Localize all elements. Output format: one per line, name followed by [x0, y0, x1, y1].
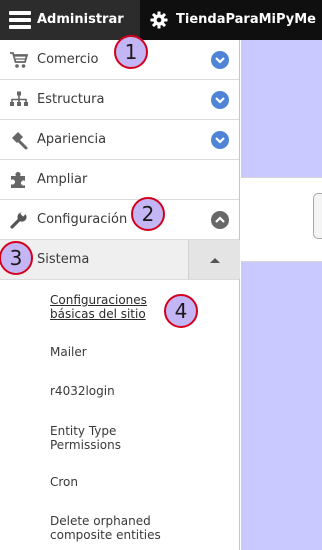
annotation-callout-3: 3 — [0, 241, 33, 275]
submenu-link-entity-type-permissions[interactable]: Entity Type Permissions — [50, 424, 160, 452]
chevron-down-icon[interactable] — [211, 91, 229, 109]
puzzle-icon — [11, 172, 25, 188]
annotation-callout-1: 1 — [114, 35, 148, 69]
sitemap-icon — [10, 91, 28, 106]
gear-icon — [150, 11, 168, 29]
admin-tray: Comercio Estructura Apariencia Ampliar C… — [0, 40, 240, 550]
paintbrush-icon — [12, 132, 28, 150]
manage-tab[interactable]: Administrar — [0, 0, 140, 40]
menu-item-label: Estructura — [37, 92, 105, 107]
page-panel — [241, 177, 322, 262]
manage-label: Administrar — [37, 12, 124, 27]
chevron-down-icon[interactable] — [211, 131, 229, 149]
menu-item-label: Apariencia — [37, 132, 107, 147]
page-background — [241, 40, 322, 550]
submenu-link-cron[interactable]: Cron — [50, 475, 78, 489]
wrench-icon — [10, 210, 27, 229]
admin-toolbar: Administrar TiendaParaMiPyMe — [0, 0, 322, 40]
chevron-up-icon[interactable] — [211, 211, 229, 229]
page-button[interactable] — [313, 193, 322, 239]
menu-item-label: Configuración — [37, 212, 128, 227]
submenu-link-delete-orphaned[interactable]: Delete orphaned composite entities — [50, 514, 190, 542]
site-label: TiendaParaMiPyMe — [176, 12, 316, 27]
submenu-link-mailer[interactable]: Mailer — [50, 345, 87, 359]
menu-item-sistema[interactable]: Sistema — [0, 240, 240, 280]
submenu-link-r4032login[interactable]: r4032login — [50, 384, 115, 398]
chevron-down-icon[interactable] — [211, 51, 229, 69]
hamburger-icon — [9, 11, 31, 29]
annotation-callout-2: 2 — [131, 197, 165, 231]
cart-icon — [10, 52, 29, 68]
site-tab[interactable]: TiendaParaMiPyMe — [150, 0, 316, 40]
menu-item-apariencia[interactable]: Apariencia — [0, 120, 239, 160]
collapse-toggle[interactable] — [188, 240, 240, 279]
menu-item-label: Ampliar — [37, 172, 88, 187]
menu-item-estructura[interactable]: Estructura — [0, 80, 239, 120]
submenu-label: Sistema — [37, 252, 90, 267]
menu-item-ampliar[interactable]: Ampliar — [0, 160, 239, 200]
menu-item-label: Comercio — [37, 52, 99, 67]
annotation-callout-4: 4 — [164, 294, 198, 328]
menu-item-configuracion[interactable]: Configuración — [0, 200, 239, 240]
triangle-up-icon — [210, 258, 220, 263]
submenu-link-basic-settings[interactable]: Configuraciones básicas del sitio — [50, 293, 170, 321]
